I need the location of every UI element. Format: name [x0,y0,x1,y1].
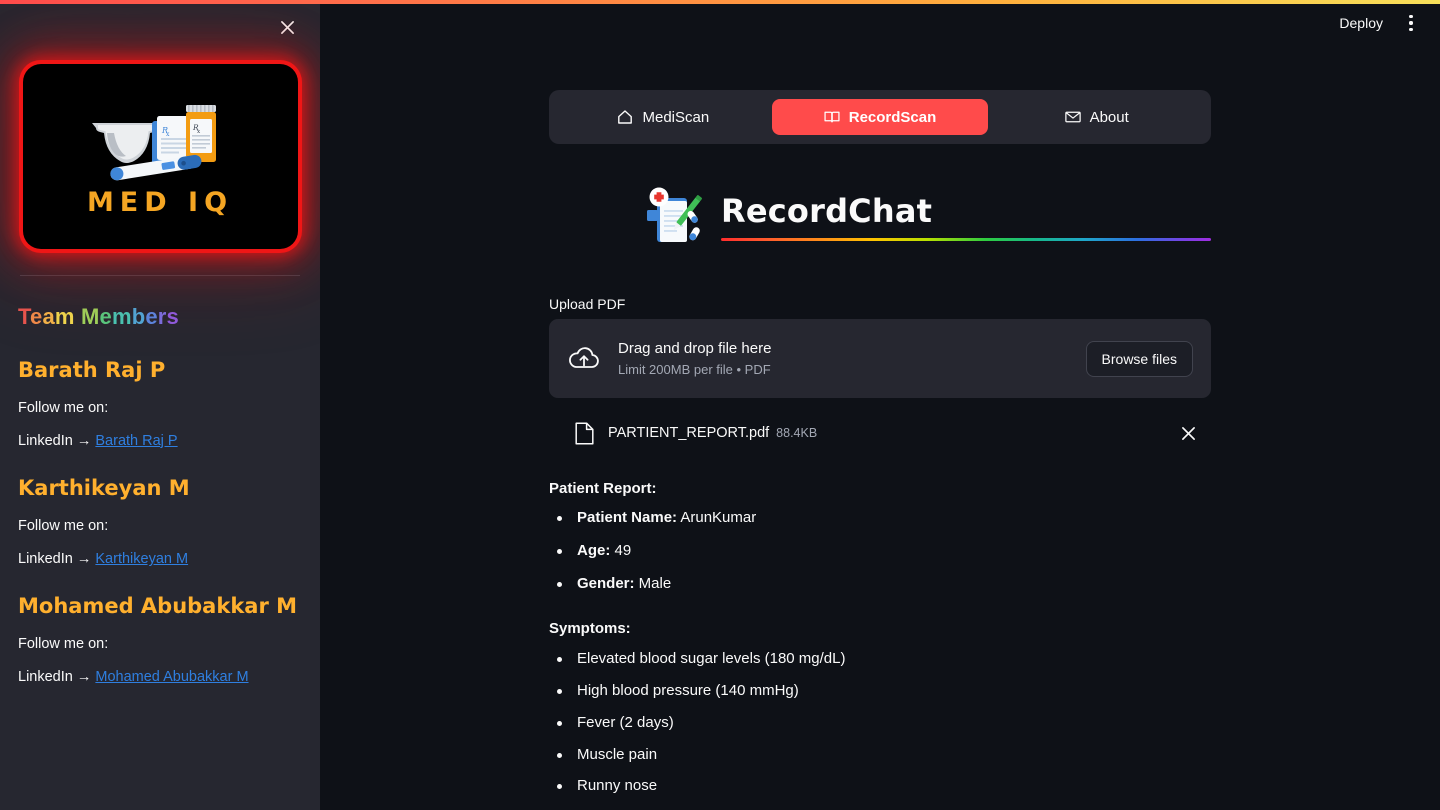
symptom-item: Elevated blood sugar levels (180 mg/dL) [549,650,1211,669]
team-title-letter: M [80,304,100,329]
tab-mediscan[interactable]: MediScan [555,99,772,135]
tab-about[interactable]: About [988,99,1205,135]
uploaded-file-size: 88.4KB [776,426,818,440]
patient-field-value: ArunKumar [677,509,757,526]
team-title-letter: m [54,304,75,329]
team-member-name: Barath Raj P [18,357,166,382]
app-toolbar: Deploy [320,0,1440,46]
patient-report: Patient Report: Patient Name: ArunKumar A… [549,480,1211,810]
symptom-item: High blood pressure (140 mmHg) [549,682,1211,701]
patient-fields-list: Patient Name: ArunKumar Age: 49 Gender: Ma… [549,509,1211,593]
patient-field: Patient Name: ArunKumar [549,509,1211,528]
uploaded-file-meta: PARTIENT_REPORT.pdf 88.4KB [608,425,1159,441]
team-title-letter: s [166,304,179,329]
team-title-letter: e [30,304,43,329]
patient-field-value: Male [634,574,672,592]
logo-wordmark: MED IQ [86,187,234,218]
book-icon [824,109,840,125]
follow-me-label: Follow me on: [18,399,109,416]
page-title-row: RecordChat [549,186,1211,248]
home-icon [617,109,633,125]
page-title-underline [721,237,1211,241]
patient-field-label: Age: [577,541,611,559]
sidebar: R x R x MED IQ Team Members Barath Raj P… [0,0,320,810]
dropzone-text: Drag and drop file here Limit 200MB per … [618,340,1069,377]
main-content: MediScan RecordScan About RecordChat Upl… [549,46,1211,810]
patient-report-heading: Patient Report: [549,480,657,497]
main-area: Deploy MediScan RecordScan About RecordC… [320,0,1440,810]
linkedin-row: LinkedIn → Barath Raj P [18,433,302,449]
linkedin-row: LinkedIn → Mohamed Abubakkar M [18,669,302,685]
patient-field: Age: 49 [549,542,1211,561]
sidebar-divider [20,275,300,276]
close-icon [1181,426,1195,440]
tab-label: About [1089,108,1129,126]
upload-label: Upload PDF [549,296,626,312]
dropzone-title: Drag and drop file here [618,340,772,357]
tab-recordscan[interactable]: RecordScan [771,99,989,135]
app-shell: R x R x MED IQ Team Members Barath Raj P… [0,0,1440,810]
deploy-button[interactable]: Deploy [1330,10,1392,36]
uploaded-file-name: PARTIENT_REPORT.pdf [608,425,770,441]
symptom-item: Muscle pain [549,746,1211,765]
tab-bar: MediScan RecordScan About [549,90,1211,144]
linkedin-platform-label: LinkedIn → [18,669,96,686]
sidebar-close-button[interactable] [272,12,302,42]
team-member-name: Mohamed Abubakkar M [18,594,298,619]
file-dropzone[interactable]: Drag and drop file here Limit 200MB per … [549,319,1211,398]
follow-me-label: Follow me on: [18,518,109,535]
document-icon [575,421,594,445]
page-title-block: RecordChat [721,193,1211,241]
team-member-name: Karthikeyan M [18,475,190,500]
linkedin-profile-link[interactable]: Mohamed Abubakkar M [95,669,248,685]
team-title-letter: m [111,304,132,329]
close-icon [280,20,294,34]
remove-file-button[interactable] [1173,418,1203,448]
linkedin-platform-label: LinkedIn → [18,551,96,568]
medical-report-icon [647,187,703,242]
patient-field-label: Gender: [577,574,635,592]
team-title-letter: a [42,304,55,329]
med-iq-logo-art: R x R x [92,105,216,181]
linkedin-row: LinkedIn → Karthikeyan M [18,551,302,567]
envelope-icon [1064,109,1081,125]
patient-field-label: Patient Name: [577,509,678,526]
top-progress-bar [0,0,1440,4]
tab-label: MediScan [642,108,710,126]
team-member: Mohamed Abubakkar M Follow me on: LinkedIn… [18,593,302,685]
page-title: RecordChat [721,192,933,231]
team-title-letter: e [145,304,158,329]
linkedin-platform-label: LinkedIn → [18,432,96,449]
kebab-menu-button[interactable] [1396,8,1426,38]
team-title-letter: r [157,304,167,329]
cloud-upload-icon [569,346,599,368]
logo-container: R x R x MED IQ [18,64,302,249]
symptoms-heading: Symptoms: [549,620,631,638]
dropzone-limit: Limit 200MB per file • PDF [618,362,771,377]
team-title-letter: e [99,304,112,329]
patient-field-value: 49 [610,541,632,559]
linkedin-profile-link[interactable]: Karthikeyan M [95,551,188,567]
kebab-menu-icon [1409,13,1413,33]
follow-me-label: Follow me on: [18,636,109,653]
uploaded-file-row: PARTIENT_REPORT.pdf 88.4KB [549,412,1211,454]
team-title-letter: b [131,304,146,329]
team-members-heading: Team Members [18,303,302,331]
symptom-item: Fever (2 days) [549,714,1211,733]
team-member: Barath Raj P Follow me on: LinkedIn → Bara… [18,357,302,449]
tab-label: RecordScan [848,108,937,126]
linkedin-profile-link[interactable]: Barath Raj P [95,433,177,449]
team-member-list: Barath Raj P Follow me on: LinkedIn → Bara… [18,357,302,686]
symptom-item: Runny nose [549,777,1211,796]
team-title-letter: T [18,304,31,329]
browse-files-button[interactable]: Browse files [1085,340,1193,377]
patient-field: Gender: Male [549,575,1211,594]
med-iq-logo: R x R x MED IQ [22,64,298,249]
symptoms-list: Elevated blood sugar levels (180 mg/dL) H… [549,650,1211,810]
team-member: Karthikeyan M Follow me on: LinkedIn → Kar… [18,475,302,567]
